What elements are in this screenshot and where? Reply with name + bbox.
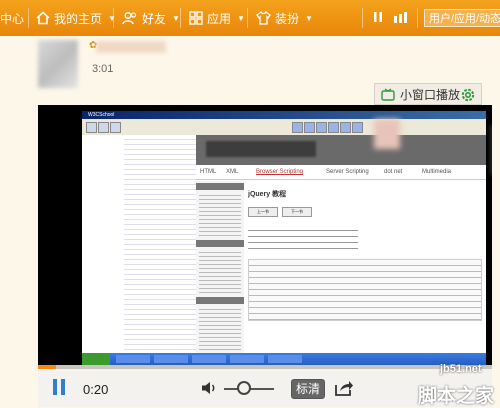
top-nav-bar: 中心 我的主页 ▼ 好友 ▼ 应用 ▼ 装扮 ▼ 用户/应用/动态 <box>0 0 500 36</box>
taskbar-button <box>268 355 302 363</box>
windows-taskbar <box>82 353 486 365</box>
search-input[interactable]: 用户/应用/动态 <box>424 9 500 27</box>
taskbar-button <box>192 355 226 363</box>
nav-divider <box>417 8 418 28</box>
nav-divider <box>28 8 29 28</box>
post-timestamp: 3:01 <box>92 63 114 75</box>
nav-divider <box>180 8 181 28</box>
nav-divider <box>362 8 363 28</box>
progress-bar[interactable] <box>38 365 492 369</box>
watermark-logo: 脚本之家 <box>418 386 495 407</box>
nav-item-center[interactable]: 中心 <box>0 0 24 36</box>
nav-item-dress[interactable]: 装扮 ▼ <box>256 0 313 36</box>
web-page-title: jQuery 教程 <box>248 191 287 198</box>
nav-center-label: 中心 <box>0 11 25 26</box>
tv-icon <box>381 88 395 101</box>
chevron-down-icon: ▼ <box>172 13 180 23</box>
blurred-region <box>490 125 492 175</box>
chevron-down-icon: ▼ <box>305 13 313 23</box>
nav-home-label: 我的主页 <box>54 11 103 26</box>
web-tab: XML <box>226 169 239 175</box>
progress-fill <box>38 365 57 369</box>
window-title: W3CSchool <box>82 111 486 119</box>
web-tab: HTML <box>200 169 217 175</box>
gear-icon[interactable] <box>459 86 477 104</box>
toolbar-icon <box>352 122 363 133</box>
toolbar-icon <box>110 122 121 133</box>
volume-icon[interactable] <box>200 379 218 397</box>
home-icon <box>36 11 50 25</box>
nav-item-apps[interactable]: 应用 ▼ <box>189 0 245 36</box>
nav-dress-label: 装扮 <box>275 11 300 26</box>
web-main-content: jQuery 教程 上一节 下一节 <box>248 181 482 353</box>
nav-item-home[interactable]: 我的主页 ▼ <box>36 0 116 36</box>
quality-button[interactable]: 标清 <box>291 379 325 399</box>
sidebar-header <box>196 183 244 190</box>
toolbar-icon <box>86 122 97 133</box>
taskbar-button <box>116 355 150 363</box>
web-page-area: HTML XML Browser Scripting Server Script… <box>196 135 486 353</box>
web-tab: Server Scripting <box>326 169 369 175</box>
nav-divider <box>247 8 248 28</box>
web-tab: dot net <box>384 169 403 175</box>
blurred-region <box>374 119 400 149</box>
mini-window-play-label: 小窗口播放 <box>400 87 461 102</box>
toolbar-icon <box>316 122 327 133</box>
next-lesson-button: 下一节 <box>282 207 312 217</box>
toolbar-icon <box>340 122 351 133</box>
apps-grid-icon <box>189 11 203 25</box>
web-sidebar <box>196 181 244 353</box>
video-frame-screenshot: W3CSchool HTML XML Browser Scripting Ser… <box>82 111 486 365</box>
web-paragraphs <box>248 225 358 251</box>
window-toolbar <box>82 119 486 136</box>
chevron-down-icon: ▼ <box>108 13 116 23</box>
web-tab-active: Browser Scripting <box>256 169 304 175</box>
taskbar-button <box>154 355 188 363</box>
friends-icon <box>122 11 137 25</box>
current-time: 0:20 <box>83 382 109 397</box>
nav-item-friends[interactable]: 好友 ▼ <box>122 0 180 36</box>
pause-icon[interactable] <box>372 10 384 24</box>
signal-bars-icon[interactable] <box>393 10 409 24</box>
chevron-down-icon: ▼ <box>237 13 245 23</box>
web-banner <box>196 135 486 165</box>
window-left-pane <box>82 135 125 353</box>
web-tabs: HTML XML Browser Scripting Server Script… <box>196 165 486 180</box>
watermark-url: jb51.net <box>440 363 482 375</box>
sidebar-header <box>196 297 244 304</box>
toolbar-icon <box>98 122 109 133</box>
username-blurred[interactable] <box>96 41 166 53</box>
start-button <box>82 353 110 365</box>
avatar[interactable] <box>38 40 78 88</box>
toolbar-icon <box>328 122 339 133</box>
toolbar-icon <box>304 122 315 133</box>
nav-divider <box>113 8 114 28</box>
web-tab: Multimedia <box>422 169 452 175</box>
taskbar-button <box>230 355 264 363</box>
share-icon[interactable] <box>334 379 354 397</box>
toolbar-icon <box>292 122 303 133</box>
pause-icon[interactable] <box>51 378 67 396</box>
tshirt-icon <box>256 11 271 25</box>
nav-apps-label: 应用 <box>207 11 232 26</box>
web-code-block <box>248 259 482 321</box>
video-player[interactable]: W3CSchool HTML XML Browser Scripting Ser… <box>38 105 492 365</box>
prev-lesson-button: 上一节 <box>248 207 278 217</box>
window-tree-pane <box>124 135 197 353</box>
nav-friends-label: 好友 <box>142 11 167 26</box>
sidebar-header <box>196 240 244 247</box>
volume-slider-handle[interactable] <box>237 381 251 395</box>
